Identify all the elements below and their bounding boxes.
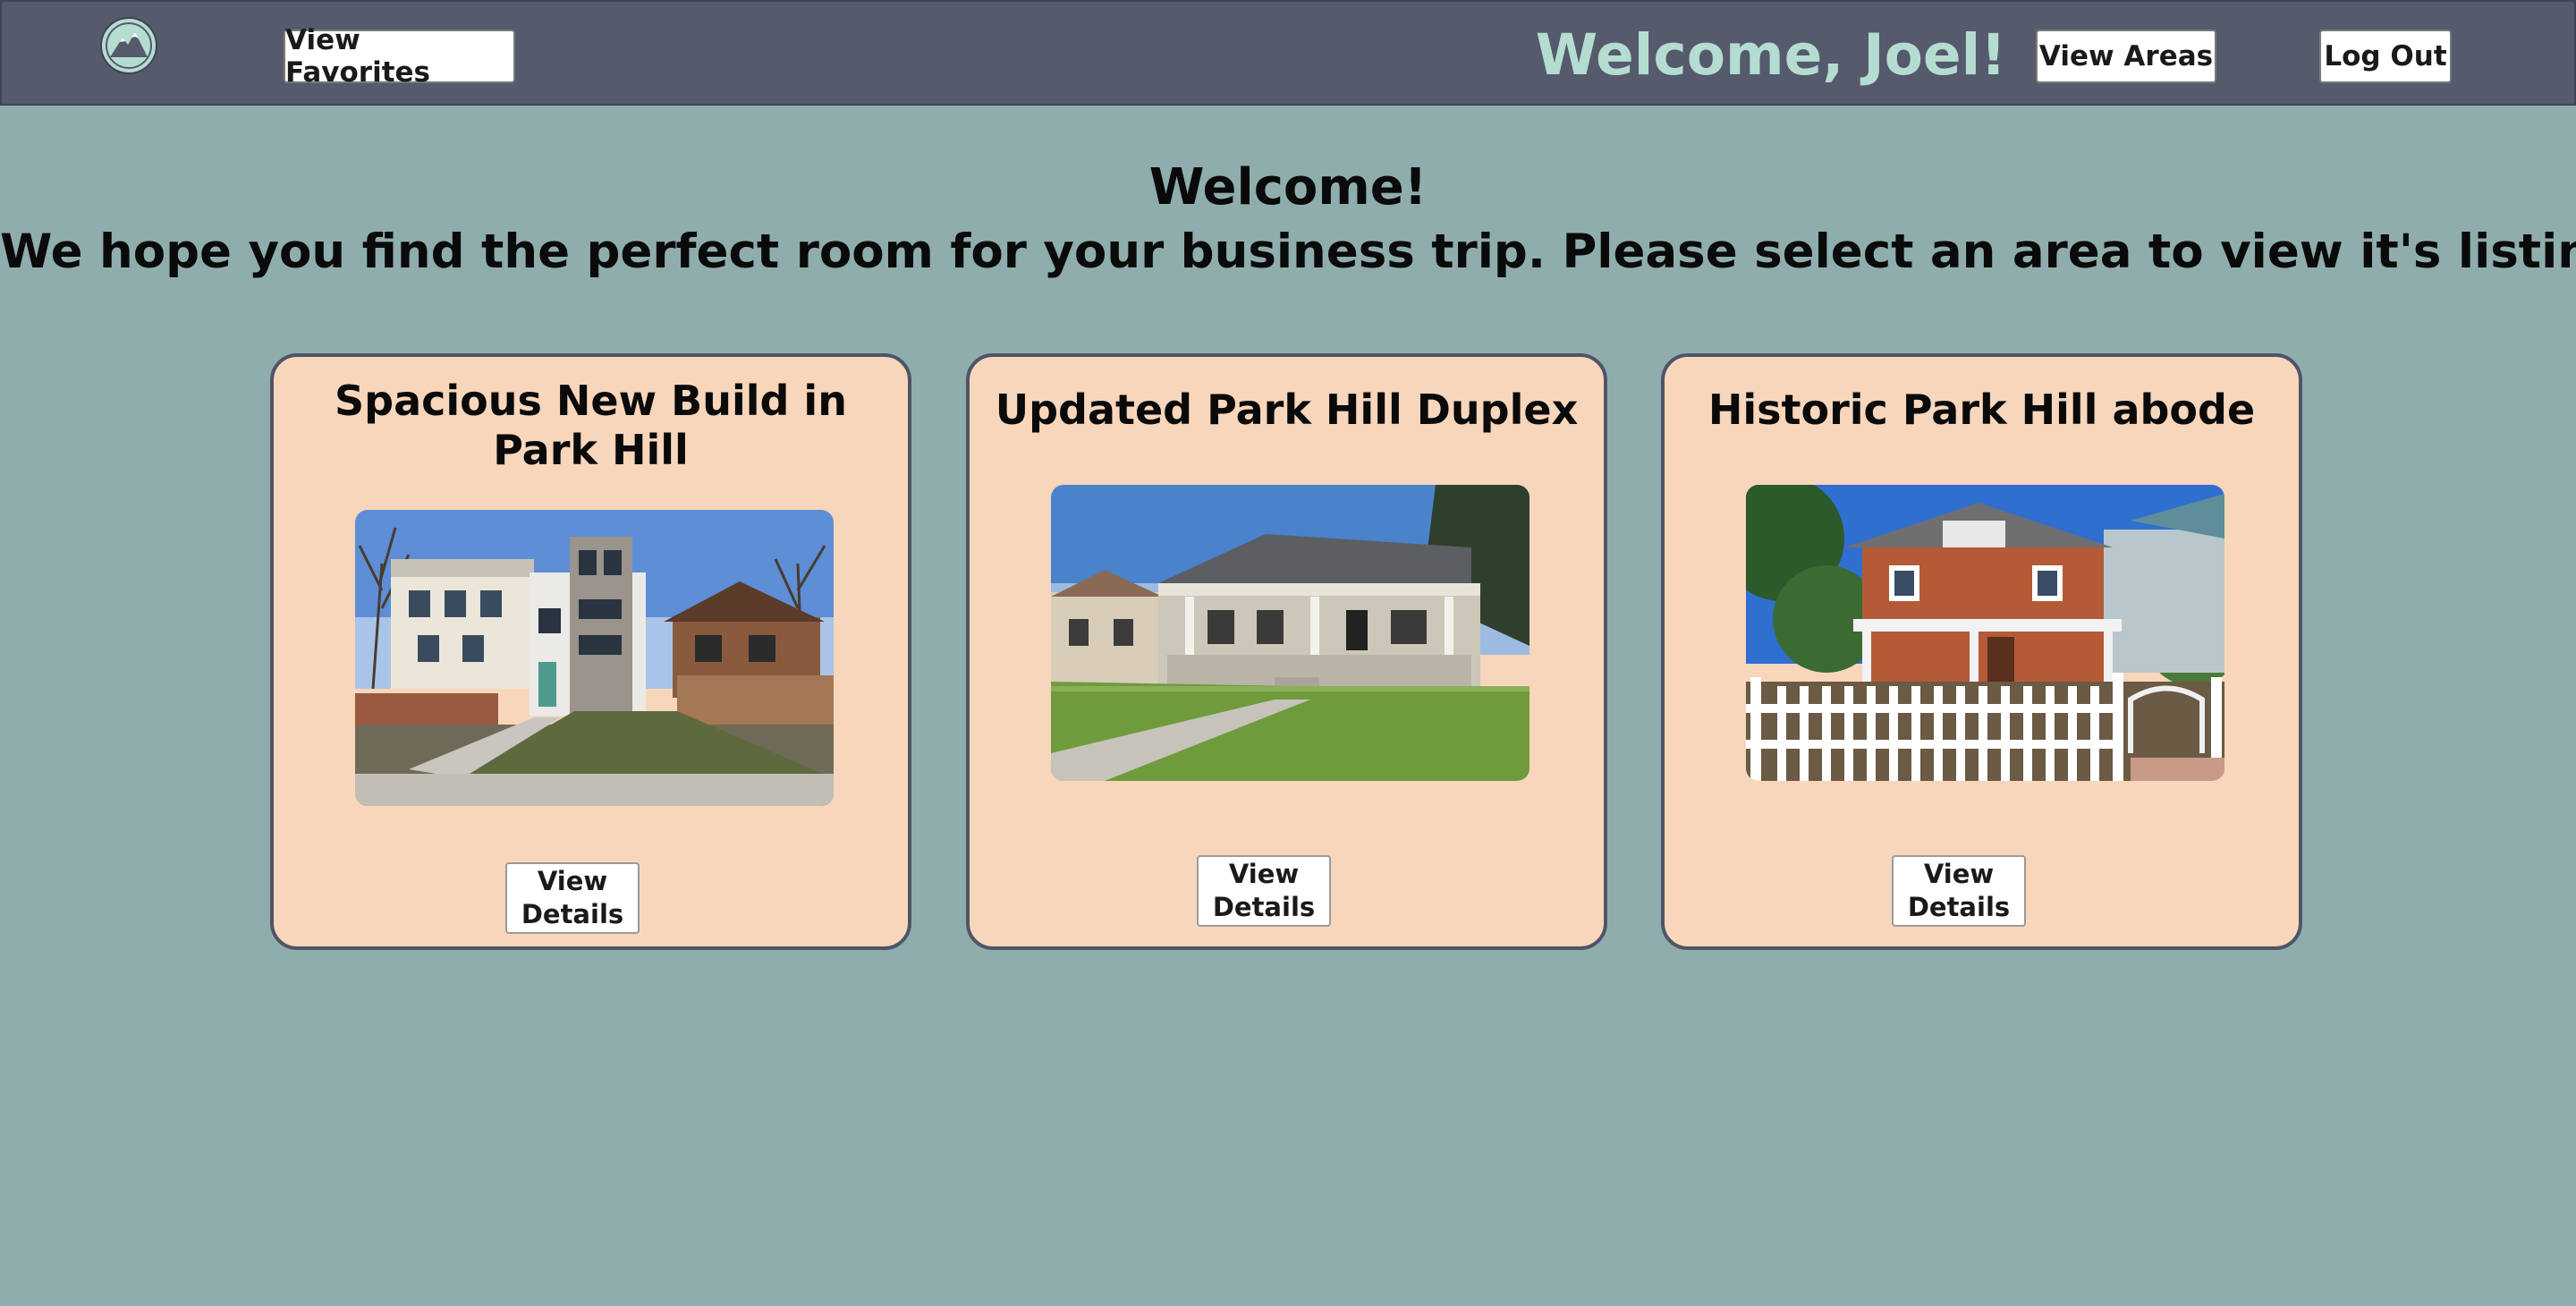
view-details-button[interactable]: View Details: [1197, 855, 1331, 927]
top-nav-bar: View Favorites Welcome, Joel! View Areas…: [0, 0, 2576, 106]
intro-section: Welcome! We hope you find the perfect ro…: [0, 156, 2576, 284]
listing-title: Spacious New Build in Park Hill: [335, 377, 847, 474]
listing-photo: [1051, 485, 1530, 781]
listing-title: Updated Park Hill Duplex: [995, 386, 1579, 434]
view-areas-button[interactable]: View Areas: [2036, 30, 2216, 83]
page-subheading: We hope you find the perfect room for yo…: [0, 225, 2576, 279]
listing-card: Updated Park Hill Duplex View Details: [966, 353, 1607, 950]
listing-card: Historic Park Hill abode View Details: [1661, 353, 2302, 950]
view-details-button[interactable]: View Details: [1892, 855, 2026, 927]
listing-photo: [355, 510, 834, 806]
log-out-button[interactable]: Log Out: [2319, 30, 2452, 83]
listing-photo: [1746, 485, 2224, 781]
listing-title: Historic Park Hill abode: [1707, 386, 2256, 434]
view-details-button[interactable]: View Details: [505, 862, 640, 934]
mountain-logo-icon[interactable]: [99, 16, 158, 75]
view-favorites-button[interactable]: View Favorites: [284, 24, 515, 89]
welcome-user-text: Welcome, Joel!: [1535, 22, 2006, 88]
listing-card: Spacious New Build in Park Hill View Det…: [270, 353, 911, 950]
page-heading: Welcome!: [1148, 158, 1428, 216]
